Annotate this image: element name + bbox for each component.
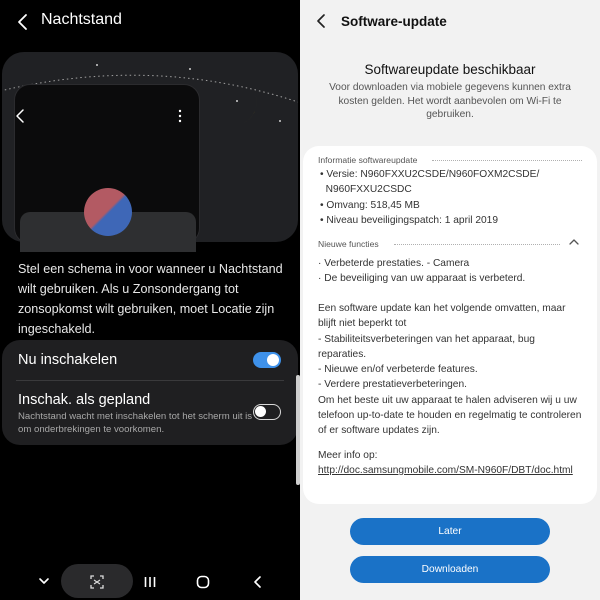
star-dot: [279, 120, 281, 122]
list-item: • Niveau beveiligingspatch: 1 april 2019: [320, 214, 498, 226]
screenshot-icon[interactable]: [89, 574, 105, 590]
list-item: N960FXXU2CSDC: [320, 184, 412, 196]
update-heading: Softwareupdate beschikbaar: [364, 62, 536, 77]
more-info-label: Meer info op:: [318, 450, 378, 461]
update-body-text: Een software update kan het volgende omv…: [318, 303, 582, 437]
info-section-header: Informatie softwareupdate: [318, 155, 418, 165]
chevron-up-icon[interactable]: [568, 238, 580, 246]
home-icon[interactable]: [196, 575, 210, 589]
more-info-link[interactable]: http://doc.samsungmobile.com/SM-N960F/DB…: [318, 463, 580, 478]
star-dot: [96, 64, 98, 66]
update-info-list: • Versie: N960FXXU2CSDE/N960FOXM2CSDE/ N…: [320, 167, 580, 228]
avatar: [84, 188, 132, 236]
download-button[interactable]: Downloaden: [350, 556, 550, 583]
divider: [16, 380, 284, 381]
scheduled-description: Nachtstand wacht met inschakelen tot het…: [18, 411, 253, 435]
back-icon[interactable]: [251, 575, 263, 589]
back-arrow-icon: [16, 109, 24, 123]
night-mode-description: Stel een schema in voor wanneer u Nachts…: [18, 262, 283, 336]
features-text: · Verbeterde prestaties. - Camera · De b…: [318, 258, 526, 285]
page-title: Software-update: [341, 14, 447, 29]
recents-icon[interactable]: [143, 575, 157, 589]
list-item: • Versie: N960FXXU2CSDE/N960FOXM2CSDE/: [320, 169, 540, 180]
update-intro: Voor downloaden via mobiele gegevens kun…: [329, 82, 571, 120]
enable-now-label[interactable]: Nu inschakelen: [18, 352, 117, 368]
back-arrow-icon[interactable]: [14, 12, 32, 32]
chevron-down-icon[interactable]: [38, 576, 50, 586]
moon-icon: [214, 88, 257, 126]
more-options-icon: [178, 109, 182, 123]
software-update-screen: Software-update Softwareupdate beschikba…: [300, 0, 600, 600]
back-arrow-icon[interactable]: [314, 12, 328, 30]
list-item: • Omvang: 518,45 MB: [320, 199, 420, 211]
enable-now-toggle[interactable]: [253, 352, 281, 368]
star-dot: [189, 68, 191, 70]
page-title: Nachtstand: [41, 11, 122, 28]
toggle-knob: [267, 354, 279, 366]
scheduled-label[interactable]: Inschak. als gepland: [18, 392, 150, 408]
night-mode-screen: Nachtstand Stel een schema in voor wanne…: [0, 0, 300, 600]
features-section-header: Nieuwe functies: [318, 239, 379, 249]
toggle-knob: [255, 406, 266, 417]
later-button[interactable]: Later: [350, 518, 550, 545]
divider: [432, 160, 582, 161]
divider: [394, 244, 560, 245]
scheduled-toggle[interactable]: [253, 404, 281, 420]
